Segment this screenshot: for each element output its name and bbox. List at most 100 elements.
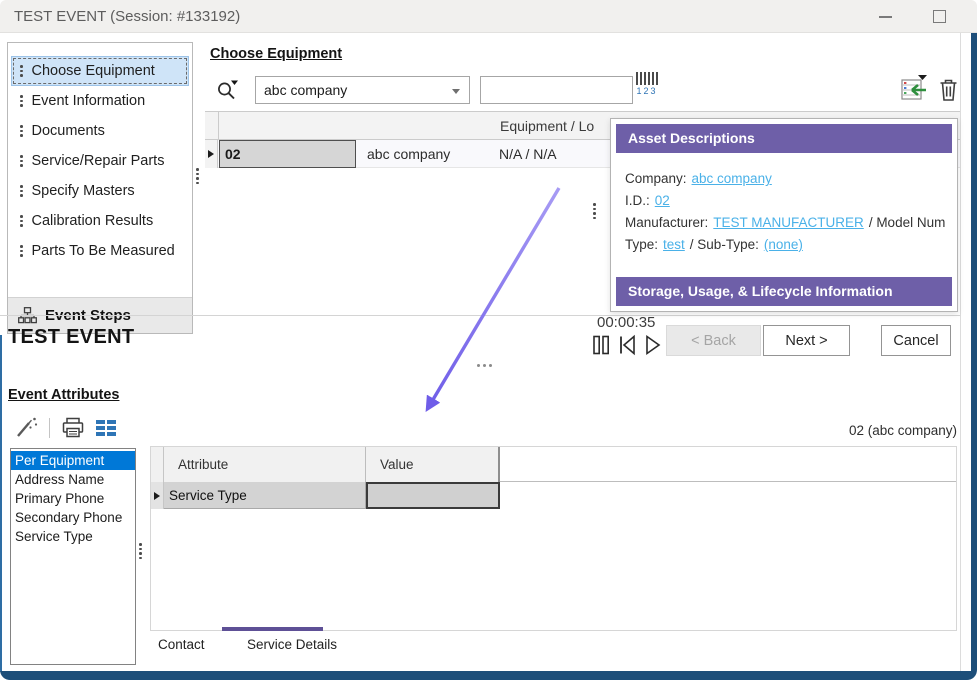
search-button[interactable]	[214, 76, 241, 103]
asset-descriptions-body: Company:abc company I.D.: 02 Manufacturer…	[611, 158, 957, 256]
attributes-grid-header: Attribute Value	[151, 447, 956, 482]
column-layout-button[interactable]	[96, 420, 116, 436]
asset-company-line: Company:abc company	[625, 168, 945, 190]
window-bottom-border	[0, 671, 977, 680]
drag-handle-icon[interactable]	[20, 185, 23, 197]
sidebar-item-label: Parts To Be Measured	[32, 243, 175, 259]
list-item-secondary-phone[interactable]: Secondary Phone	[11, 508, 135, 527]
id-link[interactable]: 02	[655, 193, 670, 208]
asset-descriptions-header: Asset Descriptions	[616, 124, 952, 153]
choose-equipment-heading: Choose Equipment	[210, 46, 342, 62]
search-icon	[214, 76, 241, 103]
attribute-row[interactable]: Service Type	[151, 482, 502, 509]
toolbar-separator	[49, 418, 50, 438]
manufacturer-label: Manufacturer:	[625, 215, 708, 230]
drag-handle-icon[interactable]	[20, 65, 23, 77]
print-button[interactable]	[61, 416, 85, 439]
equipment-company-cell[interactable]: abc company	[357, 140, 499, 168]
play-button[interactable]	[643, 334, 662, 356]
tab-service-details[interactable]: Service Details	[247, 637, 337, 652]
attribute-list-splitter-handle[interactable]	[139, 543, 142, 559]
event-attributes-heading: Event Attributes	[8, 387, 119, 403]
back-button[interactable]: < Back	[666, 325, 761, 356]
play-icon	[643, 334, 662, 356]
id-label: I.D.:	[625, 193, 650, 208]
row-selector[interactable]	[151, 482, 164, 509]
subtype-link[interactable]: (none)	[764, 237, 803, 252]
window-right-border	[971, 33, 977, 671]
type-link[interactable]: test	[663, 237, 685, 252]
test-event-heading: TEST EVENT	[8, 326, 134, 349]
pause-button[interactable]	[591, 334, 612, 356]
selected-equipment-label: 02 (abc company)	[849, 423, 957, 438]
minimize-icon	[879, 16, 892, 18]
row-selector[interactable]	[205, 140, 218, 168]
value-cell[interactable]	[366, 482, 500, 509]
tab-contact[interactable]: Contact	[158, 637, 205, 652]
equipment-location-column-header[interactable]: Equipment / Lo	[500, 112, 594, 141]
drag-handle-icon[interactable]	[20, 95, 23, 107]
row-marker-icon	[154, 492, 160, 500]
session-timer: 00:00:35	[597, 314, 655, 331]
event-steps-sidebar: Choose Equipment Event Information Docum…	[7, 42, 193, 334]
list-item-address-name[interactable]: Address Name	[11, 470, 135, 489]
chevron-down-icon	[452, 89, 460, 94]
window-left-border	[0, 335, 2, 672]
drag-handle-icon[interactable]	[20, 125, 23, 137]
company-link[interactable]: abc company	[692, 171, 772, 186]
sidebar-item-service-repair-parts[interactable]: Service/Repair Parts	[11, 146, 189, 176]
attributes-toolbar	[14, 416, 116, 439]
maximize-button[interactable]	[916, 0, 962, 33]
cancel-button[interactable]: Cancel	[881, 325, 951, 356]
equipment-search-input[interactable]	[480, 76, 633, 104]
columns-grid-icon	[96, 420, 116, 436]
sidebar-item-documents[interactable]: Documents	[11, 116, 189, 146]
horizontal-splitter-handle[interactable]	[477, 364, 492, 367]
pause-icon	[591, 334, 612, 356]
attribute-column-header[interactable]: Attribute	[164, 447, 366, 482]
sidebar-item-event-information[interactable]: Event Information	[11, 86, 189, 116]
title-bar: TEST EVENT (Session: #133192)	[0, 0, 977, 33]
sidebar-item-parts-to-be-measured[interactable]: Parts To Be Measured	[11, 236, 189, 266]
equipment-panel-splitter-handle[interactable]	[593, 203, 596, 219]
export-to-excel-button[interactable]	[899, 74, 929, 102]
type-label: Type:	[625, 237, 658, 252]
barcode-scan-button[interactable]: 123	[636, 72, 658, 96]
maximize-icon	[933, 10, 946, 23]
barcode-icon	[636, 72, 658, 85]
skip-to-start-icon	[617, 334, 638, 356]
drag-handle-icon[interactable]	[20, 215, 23, 227]
delete-button[interactable]	[938, 78, 959, 102]
drag-handle-icon[interactable]	[20, 245, 23, 257]
sidebar-item-label: Documents	[32, 123, 105, 139]
sidebar-splitter-handle[interactable]	[196, 168, 199, 184]
printer-icon	[61, 416, 85, 439]
attributes-grid: Attribute Value Service Type	[150, 446, 957, 631]
list-item-service-type[interactable]: Service Type	[11, 527, 135, 546]
magic-wand-icon	[14, 416, 38, 439]
sidebar-item-choose-equipment[interactable]: Choose Equipment	[11, 56, 189, 86]
attribute-group-list: Per Equipment Address Name Primary Phone…	[10, 448, 136, 665]
storage-usage-lifecycle-header: Storage, Usage, & Lifecycle Information	[616, 277, 952, 306]
content-right-edge	[960, 33, 961, 672]
company-dropdown-value: abc company	[264, 82, 347, 98]
skip-to-start-button[interactable]	[617, 334, 638, 356]
value-column-header[interactable]: Value	[366, 447, 500, 482]
excel-export-icon	[899, 74, 929, 102]
list-item-primary-phone[interactable]: Primary Phone	[11, 489, 135, 508]
sidebar-item-calibration-results[interactable]: Calibration Results	[11, 206, 189, 236]
equipment-id-cell[interactable]: 02	[219, 140, 356, 168]
timer-controls	[591, 334, 662, 356]
drag-handle-icon[interactable]	[20, 155, 23, 167]
sidebar-item-label: Service/Repair Parts	[32, 153, 165, 169]
list-item-per-equipment[interactable]: Per Equipment	[11, 451, 135, 470]
next-button[interactable]: Next >	[763, 325, 850, 356]
manufacturer-link[interactable]: TEST MANUFACTURER	[713, 215, 864, 230]
sidebar-item-specify-masters[interactable]: Specify Masters	[11, 176, 189, 206]
row-selector-header	[151, 447, 164, 482]
attribute-cell[interactable]: Service Type	[164, 482, 366, 509]
auto-fill-button[interactable]	[14, 416, 38, 439]
company-dropdown[interactable]: abc company	[255, 76, 470, 104]
barcode-digits: 123	[636, 86, 657, 96]
minimize-button[interactable]	[862, 0, 908, 33]
